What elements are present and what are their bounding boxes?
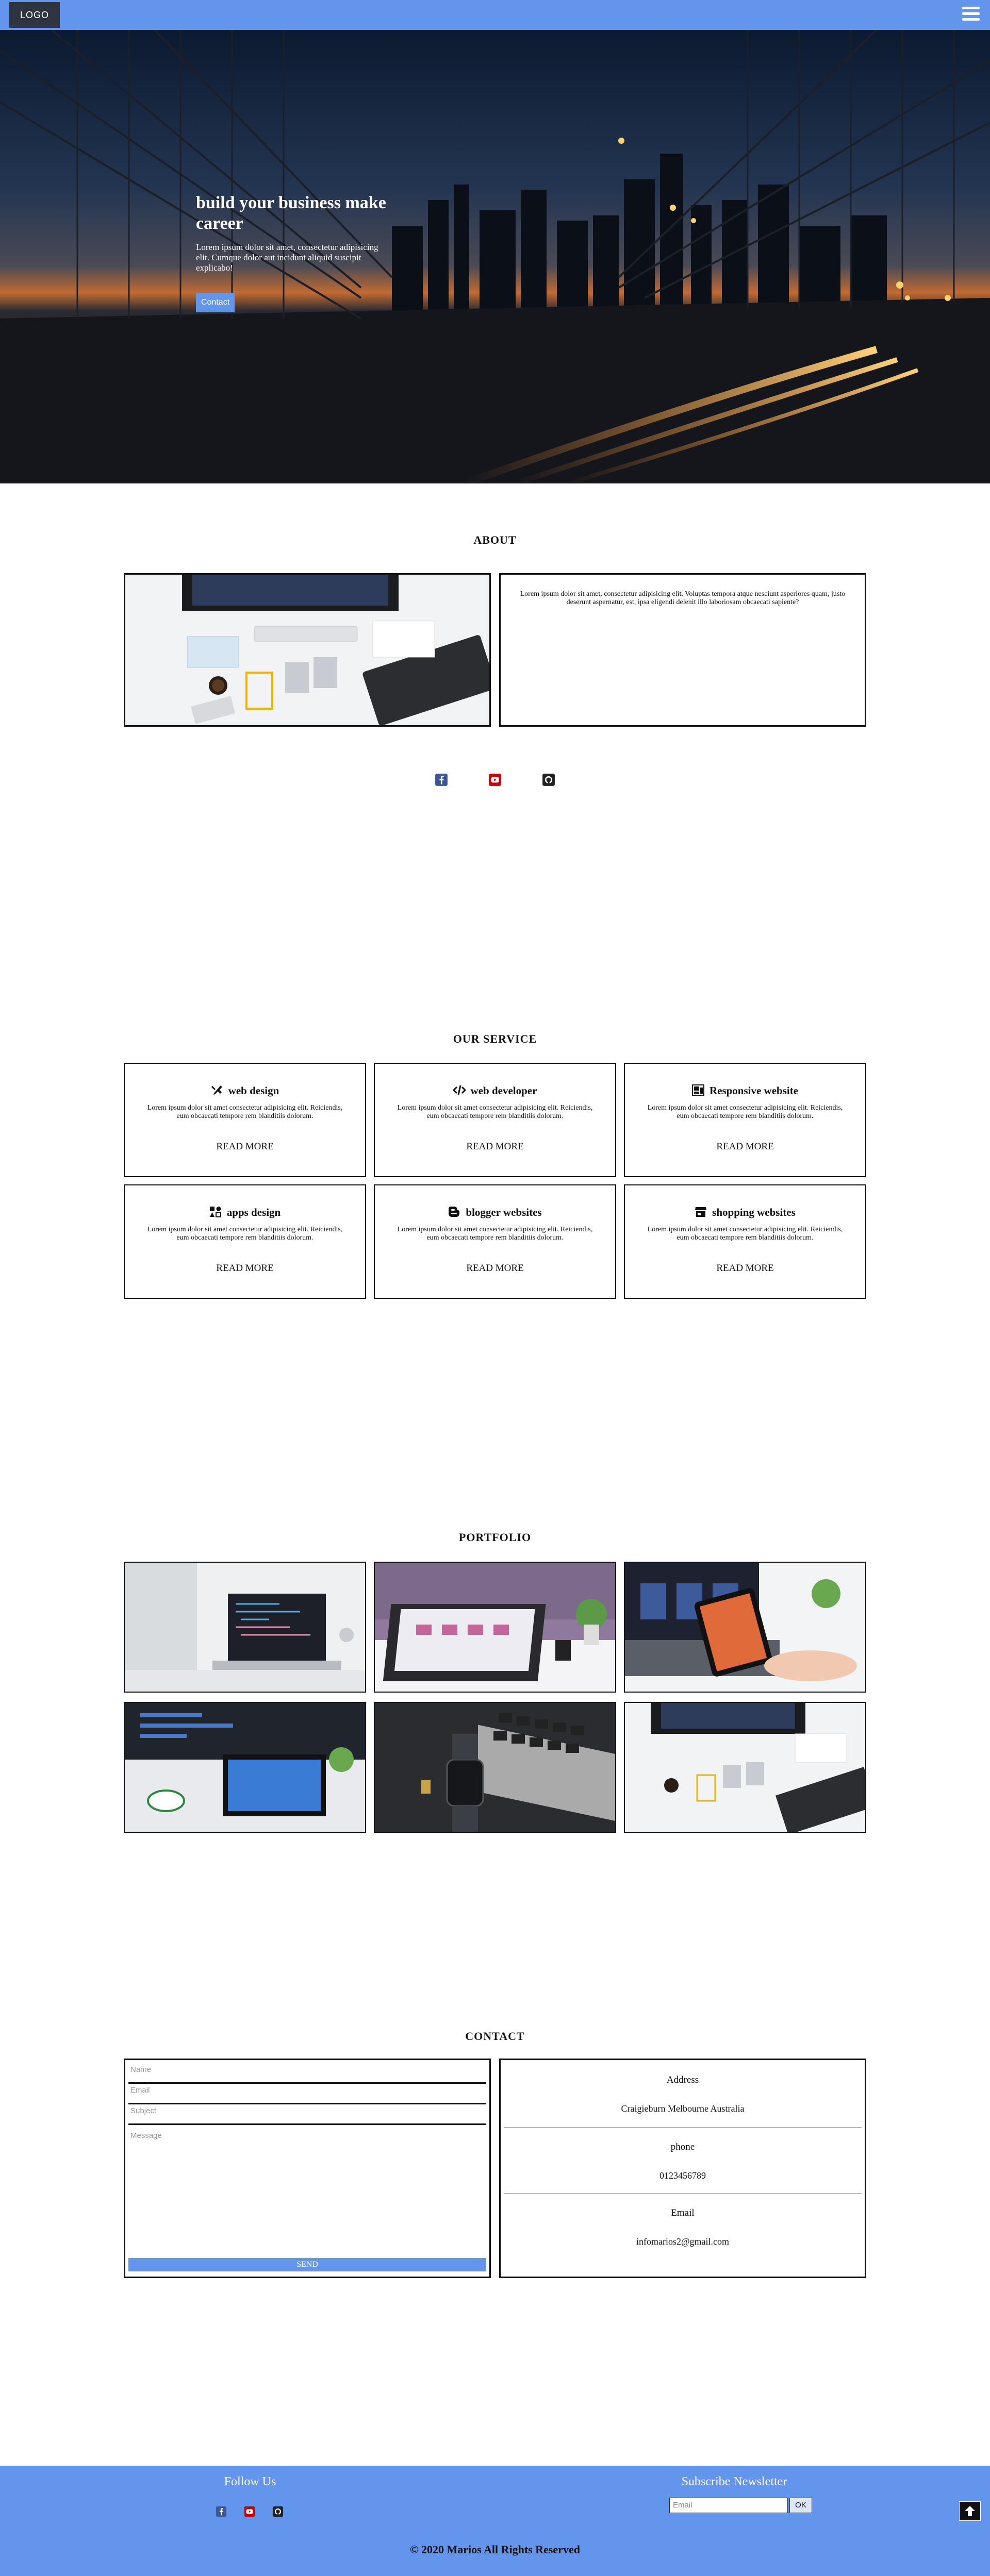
read-more-link[interactable]: READ MORE: [375, 1141, 615, 1152]
about-title: ABOUT: [473, 533, 517, 546]
service-card-web-developer: web developer Lorem ipsum dolor sit amet…: [374, 1063, 616, 1177]
desk-workspace-image-2: [625, 1703, 865, 1832]
copyright: © 2020 Marios All Rights Reserved: [410, 2543, 580, 2556]
service-card-shopping-websites: shopping websites Lorem ipsum dolor sit …: [624, 1184, 866, 1299]
service-title: apps design: [226, 1206, 281, 1218]
email-input[interactable]: Email: [128, 2085, 486, 2104]
portfolio-item[interactable]: [624, 1702, 866, 1833]
apps-icon: [209, 1207, 221, 1217]
message-textarea[interactable]: Message: [128, 2130, 486, 2245]
hero-title: build your business make career: [196, 193, 386, 233]
read-more-link[interactable]: READ MORE: [625, 1141, 865, 1152]
hero-text: Lorem ipsum dolor sit amet, consectetur …: [196, 242, 378, 273]
facebook-icon[interactable]: [435, 773, 448, 787]
store-icon: [695, 1207, 707, 1217]
service-card-apps-design: apps design Lorem ipsum dolor sit amet c…: [124, 1184, 366, 1299]
send-button[interactable]: SEND: [128, 2258, 486, 2271]
phone-value: 0123456789: [659, 2170, 706, 2181]
arrow-up-icon: [965, 2506, 975, 2516]
phone-label: phone: [670, 2142, 695, 2152]
subject-input[interactable]: Subject: [128, 2105, 486, 2125]
hamburger-icon[interactable]: [962, 7, 980, 23]
laptop-code-image: [125, 1563, 365, 1692]
service-title: Responsive website: [709, 1084, 799, 1097]
desk-workspace-image: [125, 575, 489, 725]
service-title: blogger websites: [466, 1206, 542, 1218]
service-title: web developer: [470, 1084, 537, 1097]
facebook-icon[interactable]: [216, 2506, 227, 2517]
read-more-link[interactable]: READ MORE: [125, 1141, 365, 1152]
service-text: Lorem ipsum dolor sit amet consectetur a…: [647, 1226, 843, 1242]
contact-button[interactable]: Contact: [196, 293, 235, 312]
logo[interactable]: LOGO: [9, 2, 60, 28]
phone-block: phone 0123456789: [501, 2127, 865, 2193]
service-text: Lorem ipsum dolor sit amet consectetur a…: [147, 1226, 343, 1242]
blogger-icon: [449, 1207, 460, 1217]
hero-section: build your business make career Lorem ip…: [0, 30, 990, 483]
newsletter-email-input[interactable]: Email: [669, 2498, 788, 2513]
laptop-website-image: [375, 1563, 615, 1692]
portfolio-title: PORTFOLIO: [458, 1531, 532, 1544]
name-input[interactable]: Name: [128, 2064, 486, 2084]
laptop-tablet-desk-image: [125, 1703, 365, 1832]
email-block: Email infomarios2@gmail.com: [501, 2193, 865, 2259]
about-text-box: Lorem ipsum dolor sit amet, consectetur …: [499, 573, 866, 727]
code-icon: [453, 1085, 466, 1095]
service-card-blogger-websites: blogger websites Lorem ipsum dolor sit a…: [374, 1184, 616, 1299]
newsletter-ok-button[interactable]: OK: [789, 2498, 812, 2513]
portfolio-item[interactable]: [374, 1702, 616, 1833]
back-to-top-button[interactable]: [959, 2501, 981, 2521]
about-text: Lorem ipsum dolor sit amet, consectetur …: [520, 590, 846, 606]
portfolio-item[interactable]: [374, 1562, 616, 1693]
read-more-link[interactable]: READ MORE: [375, 1263, 615, 1274]
tools-icon: [211, 1085, 222, 1095]
contact-title: CONTACT: [465, 2030, 525, 2043]
service-card-responsive-website: Responsive website Lorem ipsum dolor sit…: [624, 1063, 866, 1177]
contact-form: Name Email Subject Message SEND: [124, 2059, 491, 2278]
header: LOGO: [0, 0, 990, 30]
portfolio-item[interactable]: [124, 1702, 366, 1833]
service-text: Lorem ipsum dolor sit amet consectetur a…: [147, 1104, 343, 1120]
service-card-web-design: web design Lorem ipsum dolor sit amet co…: [124, 1063, 366, 1177]
read-more-link[interactable]: READ MORE: [625, 1263, 865, 1274]
service-title: web design: [228, 1084, 279, 1097]
read-more-link[interactable]: READ MORE: [125, 1263, 365, 1274]
follow-us-title: Follow Us: [224, 2475, 276, 2488]
footer: Follow Us Subscribe Newsletter Email OK …: [0, 2466, 990, 2576]
github-icon[interactable]: [272, 2506, 284, 2517]
portfolio-item[interactable]: [624, 1562, 866, 1693]
tablet-laptop-image: [625, 1563, 865, 1692]
email-label: Email: [671, 2207, 695, 2218]
address-label: Address: [666, 2075, 699, 2085]
email-value: infomarios2@gmail.com: [636, 2236, 730, 2247]
service-text: Lorem ipsum dolor sit amet consectetur a…: [647, 1104, 843, 1120]
portfolio-item[interactable]: [124, 1562, 366, 1693]
responsive-icon: [691, 1084, 704, 1096]
smartwatch-laptop-image: [375, 1703, 615, 1832]
youtube-icon[interactable]: [488, 773, 502, 787]
youtube-icon[interactable]: [244, 2506, 255, 2517]
service-title: shopping websites: [712, 1206, 796, 1218]
service-text: Lorem ipsum dolor sit amet consectetur a…: [397, 1104, 593, 1120]
about-image: [124, 573, 491, 727]
service-text: Lorem ipsum dolor sit amet consectetur a…: [397, 1226, 593, 1242]
contact-info: Address Craigieburn Melbourne Australia …: [499, 2059, 866, 2278]
hero-background-image: [0, 30, 990, 483]
subscribe-title: Subscribe Newsletter: [681, 2475, 787, 2488]
address-block: Address Craigieburn Melbourne Australia: [501, 2060, 865, 2126]
github-icon[interactable]: [542, 773, 555, 787]
services-title: OUR SERVICE: [453, 1032, 537, 1045]
address-value: Craigieburn Melbourne Australia: [621, 2103, 745, 2114]
